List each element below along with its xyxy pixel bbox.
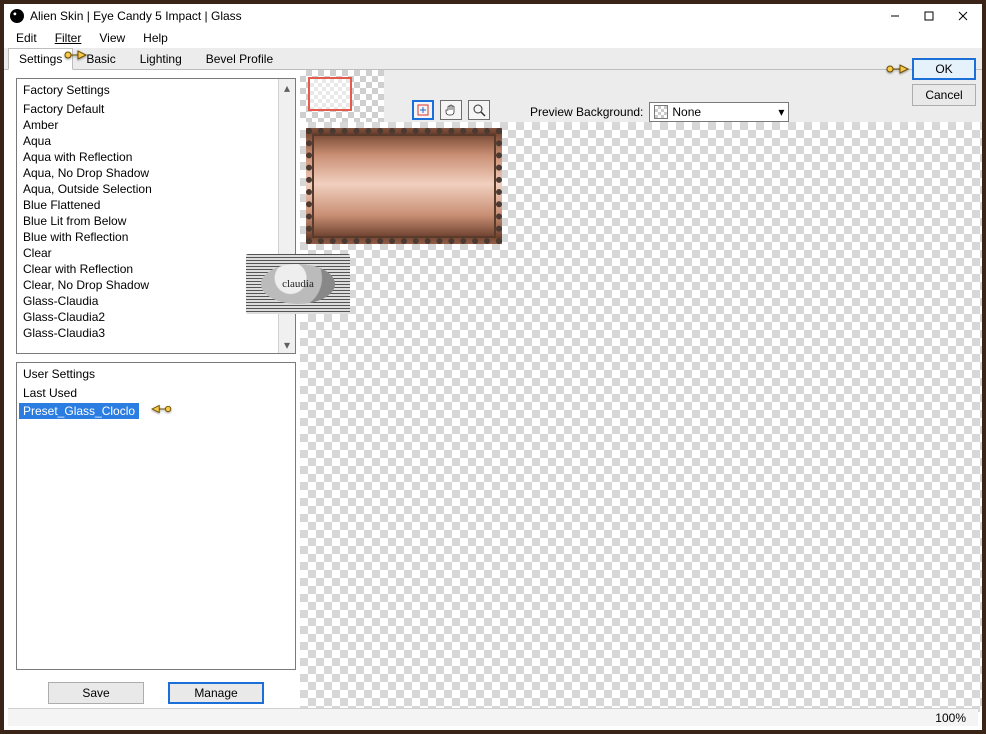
save-button[interactable]: Save	[48, 682, 144, 704]
list-item[interactable]: Clear with Reflection	[19, 261, 277, 277]
list-item[interactable]: Clear, No Drop Shadow	[19, 277, 277, 293]
tab-lighting[interactable]: Lighting	[129, 48, 193, 69]
app-icon	[10, 9, 24, 23]
list-item[interactable]: Glass-Claudia	[19, 293, 277, 309]
minimize-button[interactable]	[878, 5, 912, 27]
pointer-hand-icon	[149, 401, 173, 420]
list-item[interactable]: Clear	[19, 245, 277, 261]
zoom-tool-icon[interactable]	[468, 100, 490, 120]
list-item[interactable]: Aqua, Outside Selection	[19, 181, 277, 197]
manage-button[interactable]: Manage	[168, 682, 264, 704]
list-item[interactable]: Factory Default	[19, 101, 277, 117]
menu-edit[interactable]: Edit	[10, 29, 43, 47]
preview-panel: Preview Background: None ▾ claudia	[300, 70, 982, 712]
preview-background-value: None	[672, 105, 701, 119]
chevron-down-icon: ▾	[778, 105, 784, 119]
menubar: Edit Filter View Help	[4, 28, 982, 48]
menu-filter[interactable]: Filter	[49, 29, 88, 47]
tab-settings[interactable]: Settings	[8, 48, 73, 70]
zoom-level: 100%	[935, 711, 966, 725]
list-item[interactable]: Last Used	[19, 385, 277, 401]
preview-background-label: Preview Background:	[530, 105, 643, 119]
glass-preview-object	[306, 128, 502, 244]
watermark-badge: claudia	[246, 254, 350, 314]
tab-row: Settings Basic Lighting Bevel Profile	[4, 48, 982, 70]
tab-bevel-profile[interactable]: Bevel Profile	[195, 48, 284, 69]
nav-tool-icon[interactable]	[412, 100, 434, 120]
thumbnail-strip	[300, 70, 384, 122]
ok-button[interactable]: OK	[912, 58, 976, 80]
list-item[interactable]: Glass-Claudia2	[19, 309, 277, 325]
tab-basic[interactable]: Basic	[75, 48, 126, 69]
statusbar: 100%	[8, 708, 978, 726]
list-item[interactable]: Aqua	[19, 133, 277, 149]
list-item[interactable]: Amber	[19, 117, 277, 133]
preview-canvas[interactable]: claudia	[300, 122, 982, 712]
window-title: Alien Skin | Eye Candy 5 Impact | Glass	[30, 9, 878, 23]
pointer-hand-icon	[886, 60, 910, 78]
maximize-button[interactable]	[912, 5, 946, 27]
user-settings-list[interactable]: User Settings Last Used Preset_Glass_Clo…	[16, 362, 296, 670]
list-item[interactable]: Blue with Reflection	[19, 229, 277, 245]
factory-settings-header: Factory Settings	[17, 79, 295, 101]
list-item[interactable]: Blue Lit from Below	[19, 213, 277, 229]
titlebar: Alien Skin | Eye Candy 5 Impact | Glass	[4, 4, 982, 28]
hand-tool-icon[interactable]	[440, 100, 462, 120]
list-item[interactable]: Blue Flattened	[19, 197, 277, 213]
scroll-down-icon[interactable]: ▾	[279, 336, 295, 353]
menu-help[interactable]: Help	[137, 29, 174, 47]
menu-view[interactable]: View	[93, 29, 131, 47]
preview-background-select[interactable]: None ▾	[649, 102, 789, 122]
thumbnail-selected[interactable]	[308, 77, 352, 111]
checker-swatch-icon	[654, 105, 668, 119]
watermark-text: claudia	[261, 264, 335, 304]
list-item-selected[interactable]: Preset_Glass_Cloclo	[19, 403, 139, 419]
close-button[interactable]	[946, 5, 980, 27]
list-item[interactable]: Aqua, No Drop Shadow	[19, 165, 277, 181]
scroll-up-icon[interactable]: ▴	[279, 79, 295, 96]
user-settings-header: User Settings	[17, 363, 295, 385]
settings-panel: ▴ ▾ Factory Settings Factory Default Amb…	[4, 70, 300, 712]
list-item[interactable]: Aqua with Reflection	[19, 149, 277, 165]
list-item[interactable]: Glass-Claudia3	[19, 325, 277, 341]
cancel-button[interactable]: Cancel	[912, 84, 976, 106]
